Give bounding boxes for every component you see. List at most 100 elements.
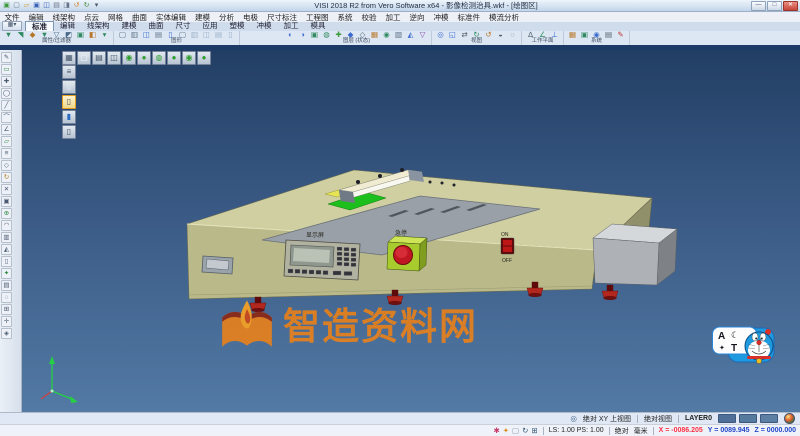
sketch-icon[interactable]: ✎ xyxy=(1,52,12,63)
menu-item[interactable]: 冲模 xyxy=(429,12,453,23)
graphic-view-icon[interactable]: ▯ xyxy=(225,31,236,39)
ribbon-tab[interactable]: 加工 xyxy=(278,21,305,30)
arc-icon[interactable]: ⌒ xyxy=(1,112,12,123)
minimize-button[interactable]: — xyxy=(751,1,766,11)
ribbon-tab[interactable]: 应用 xyxy=(197,21,224,30)
hatch-icon[interactable]: ▥ xyxy=(1,232,12,243)
panel-2-icon[interactable]: ▯ xyxy=(62,95,76,109)
diamond-icon[interactable]: ◇ xyxy=(1,160,12,171)
parallelogram-icon[interactable]: ▱ xyxy=(1,136,12,147)
panel-3-icon[interactable]: ▯ xyxy=(62,125,76,139)
ribbon-tab[interactable]: 编辑 xyxy=(54,21,81,30)
menu-item[interactable]: 标准件 xyxy=(453,12,485,23)
layer-color-swatch[interactable] xyxy=(718,414,736,423)
wireframe-view-icon[interactable]: ◌ xyxy=(507,31,518,39)
menu-item[interactable]: 逆向 xyxy=(405,12,429,23)
ime-widget[interactable]: A ☾ ✦ T xyxy=(712,324,776,368)
back-view-icon[interactable]: ◉ xyxy=(182,51,196,65)
delete-icon[interactable]: ✕ xyxy=(1,184,12,195)
list-panel-icon[interactable]: ≡ xyxy=(62,65,76,79)
ribbon-tab[interactable]: 线架构 xyxy=(81,21,116,30)
zoom-window-icon[interactable]: ◱ xyxy=(447,31,458,39)
edit-system-icon[interactable]: ✎ xyxy=(615,31,626,39)
layer-state-icon[interactable]: ◉ xyxy=(381,31,392,39)
shaded-view-icon[interactable]: ◒ xyxy=(495,31,506,39)
filter-add-icon[interactable]: ◥ xyxy=(15,31,26,39)
grid-plus-icon[interactable]: ⊞ xyxy=(1,304,12,315)
menu-item[interactable]: 加工 xyxy=(381,12,405,23)
maximize-button[interactable]: □ xyxy=(767,1,782,11)
layer-color-swatch[interactable] xyxy=(739,414,757,423)
boolean-icon[interactable]: ⊕ xyxy=(1,208,12,219)
line-icon[interactable]: ╱ xyxy=(1,100,12,111)
plus-icon[interactable]: ✚ xyxy=(1,76,12,87)
layer-color-swatch[interactable] xyxy=(760,414,778,423)
menu-item[interactable]: 系统 xyxy=(333,12,357,23)
fillet-icon[interactable]: ◠ xyxy=(1,220,12,231)
rotate-icon[interactable]: ↻ xyxy=(1,172,12,183)
multi-view-icon[interactable]: ◫ xyxy=(107,51,121,65)
angle-icon[interactable]: ∠ xyxy=(1,124,12,135)
zoom-all-icon[interactable]: ◎ xyxy=(435,31,446,39)
view-name-label[interactable]: 绝对视图 xyxy=(644,414,672,424)
layer-filter-icon[interactable]: ▽ xyxy=(417,31,428,39)
table-icon[interactable]: ▤ xyxy=(1,280,12,291)
layer-indicator[interactable]: LAYER0 xyxy=(685,415,712,422)
snap-grid-icon[interactable]: ⊞ xyxy=(531,426,537,436)
graphic-export-icon[interactable]: ◫ xyxy=(201,31,212,39)
previous-view-icon[interactable]: ↺ xyxy=(483,31,494,39)
graphic-insert-icon[interactable]: ▥ xyxy=(189,31,200,39)
settings-icon[interactable]: ▦ xyxy=(567,31,578,39)
panel-active-icon[interactable]: ▮ xyxy=(62,110,76,124)
model-viewport[interactable]: 显示屏 急停 xyxy=(22,50,800,412)
image-capture-icon[interactable]: ▣ xyxy=(579,31,590,39)
pan-icon[interactable]: ⇄ xyxy=(459,31,470,39)
layer-current-icon[interactable]: ◍ xyxy=(321,31,332,39)
gem-icon[interactable]: ◈ xyxy=(1,328,12,339)
redo-icon[interactable]: ↻ xyxy=(82,1,91,10)
blank-doc-icon[interactable]: ▢ xyxy=(512,426,519,436)
ribbon-tab[interactable]: 尺寸 xyxy=(170,21,197,30)
graphic-open-icon[interactable]: ▥ xyxy=(129,31,140,39)
new-file-icon[interactable]: ▢ xyxy=(12,1,21,10)
star-icon[interactable]: ✦ xyxy=(1,268,12,279)
graphic-copy-icon[interactable]: ◫ xyxy=(141,31,152,39)
layer-off-icon[interactable]: ◑ xyxy=(297,31,308,39)
print-icon[interactable]: ▤ xyxy=(52,1,61,10)
layer-table-icon[interactable]: ▦ xyxy=(369,31,380,39)
paint-attributes-icon[interactable]: ◧ xyxy=(87,31,98,39)
app-logo-icon[interactable]: ▣ xyxy=(2,1,11,10)
circle-icon[interactable]: ◯ xyxy=(1,88,12,99)
top-view-icon[interactable]: ◍ xyxy=(152,51,166,65)
rectangle-icon[interactable]: ▭ xyxy=(1,64,12,75)
cross-icon[interactable]: ✛ xyxy=(1,316,12,327)
save-all-icon[interactable]: ◫ xyxy=(42,1,51,10)
coordinate-mode[interactable]: 绝对 xyxy=(615,426,629,436)
color-sphere-icon[interactable] xyxy=(784,413,795,424)
refresh-icon[interactable]: ↻ xyxy=(522,426,528,436)
close-button[interactable]: ✕ xyxy=(783,1,798,11)
bar-icon[interactable]: ▯ xyxy=(1,256,12,267)
scale-indicator[interactable]: LS: 1.00 PS: 1.00 xyxy=(549,427,604,434)
filter-color-icon[interactable]: ◆ xyxy=(27,31,38,39)
color-palette-icon[interactable]: ✱ xyxy=(493,426,499,436)
menu-item[interactable]: 模流分析 xyxy=(485,12,524,23)
open-folder-icon[interactable]: ▱ xyxy=(22,1,31,10)
graphic-print-icon[interactable]: ▤ xyxy=(213,31,224,39)
list-icon[interactable]: ≡ xyxy=(1,148,12,159)
pick-attributes-icon[interactable]: ▾ xyxy=(99,31,110,39)
layer-on-icon[interactable]: ◐ xyxy=(285,31,296,39)
front-view-icon[interactable]: ● xyxy=(137,51,151,65)
page-view-icon[interactable]: ▢ xyxy=(77,51,91,65)
graphic-layout-icon[interactable]: ▤ xyxy=(153,31,164,39)
plan-view-icon[interactable]: ◎ xyxy=(570,414,577,424)
attributes-icon[interactable]: ▣ xyxy=(75,31,86,39)
dashed-circle-icon[interactable]: ◌ xyxy=(1,292,12,303)
grid-view-icon[interactable]: ▦ xyxy=(62,51,76,65)
menu-item[interactable]: 校验 xyxy=(357,12,381,23)
graphic-new-icon[interactable]: ▢ xyxy=(117,31,128,39)
panel-1-icon[interactable]: ▯ xyxy=(62,80,76,94)
triangle-icon[interactable]: ◭ xyxy=(1,244,12,255)
qa-dropdown-icon[interactable]: ▾ xyxy=(92,1,101,10)
ribbon-tab[interactable]: 冲模 xyxy=(251,21,278,30)
